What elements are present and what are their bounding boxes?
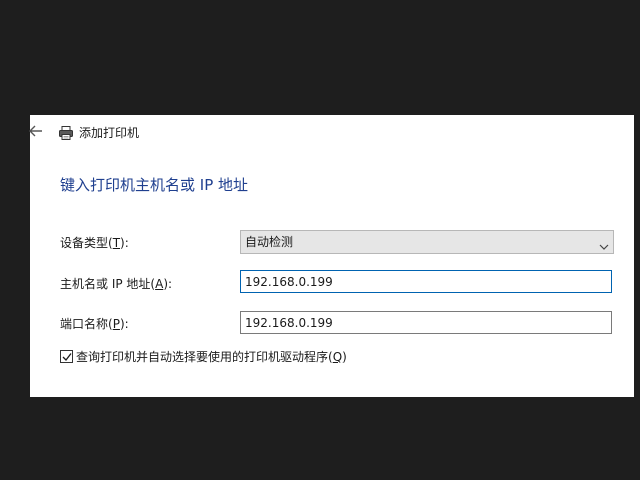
back-arrow-icon[interactable] [28,123,44,139]
page-heading: 键入打印机主机名或 IP 地址 [60,176,249,194]
query-printer-accesskey: Q [332,350,343,364]
printer-icon [58,125,74,141]
device-type-accesskey: T [112,236,121,250]
window-title: 添加打印机 [79,126,140,140]
hostname-label: 主机名或 IP 地址(A): [60,277,173,291]
hostname-input[interactable] [240,270,612,293]
query-printer-checkbox[interactable] [60,350,73,363]
port-name-input[interactable] [240,311,612,334]
device-type-value: 自动检测 [245,235,294,249]
chevron-down-icon [599,237,609,250]
device-type-select[interactable]: 自动检测 [240,230,614,254]
query-printer-label: 查询打印机并自动选择要使用的打印机驱动程序(Q) [76,350,347,364]
checkmark-icon [62,353,72,361]
title-bar: 添加打印机 [28,115,634,151]
add-printer-dialog: 添加打印机 键入打印机主机名或 IP 地址 设备类型(T): 自动检测 主机名或… [28,115,634,397]
port-name-accesskey: P [112,317,120,331]
device-type-label: 设备类型(T): [60,236,129,250]
port-name-label: 端口名称(P): [60,317,129,331]
